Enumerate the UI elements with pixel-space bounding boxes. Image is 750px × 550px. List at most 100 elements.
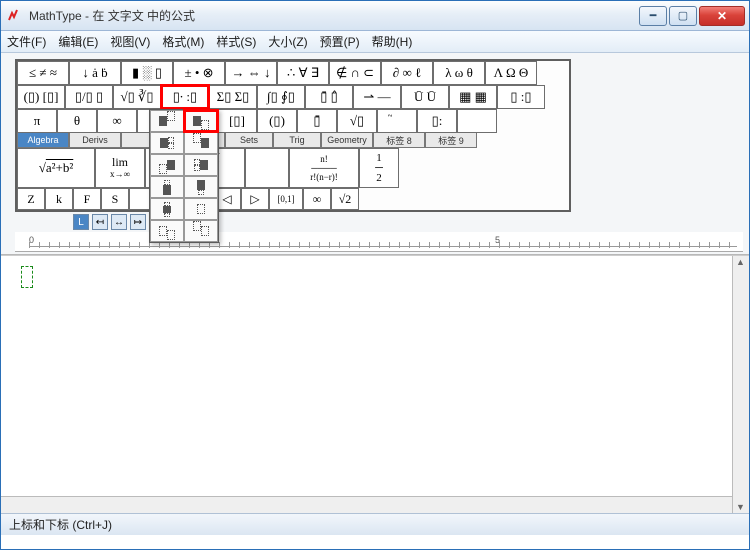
fly-sub[interactable] bbox=[184, 110, 218, 132]
maximize-button[interactable]: ▢ bbox=[669, 6, 697, 26]
sc-root2[interactable]: √2 bbox=[331, 188, 359, 210]
fly-overunder[interactable] bbox=[150, 198, 184, 220]
sym-paren[interactable]: ▯̄ bbox=[297, 109, 337, 133]
tab-9[interactable]: 标签 9 bbox=[425, 133, 477, 148]
menu-format[interactable]: 格式(M) bbox=[162, 33, 204, 50]
palette-accents[interactable]: ↓ ȧ ḃ bbox=[69, 61, 121, 85]
sc-interval[interactable]: [0,1] bbox=[269, 188, 303, 210]
tab-algebra[interactable]: Algebra bbox=[17, 133, 69, 148]
fly-over[interactable] bbox=[150, 176, 184, 198]
expr-pythag[interactable]: √a²+b² bbox=[17, 148, 95, 188]
palette-matrices[interactable]: ▦ ▦ bbox=[449, 85, 497, 109]
palette-sub-sup[interactable]: ▯∙ :▯ bbox=[161, 85, 209, 109]
fly-presup[interactable] bbox=[184, 132, 218, 154]
expr-lim[interactable]: limx→∞ bbox=[95, 148, 145, 188]
palette-set[interactable]: ∉ ∩ ⊂ bbox=[329, 61, 381, 85]
palette-spaces[interactable]: ▮ ░ ▯ bbox=[121, 61, 173, 85]
palette-greek-upper[interactable]: Λ Ω Θ bbox=[485, 61, 537, 85]
align-btn-4[interactable]: ↦ bbox=[130, 214, 146, 230]
ruler[interactable]: 0 5 bbox=[15, 232, 743, 252]
subsup-flyout bbox=[149, 109, 219, 243]
palette-fences[interactable]: (▯) [▯] bbox=[17, 85, 65, 109]
insertion-slot[interactable] bbox=[21, 266, 33, 288]
palette-sums[interactable]: Σ▯ Σ▯ bbox=[209, 85, 257, 109]
sc-inf[interactable]: ∞ bbox=[303, 188, 331, 210]
palette-arrows2[interactable]: ⇀ — bbox=[353, 85, 401, 109]
symbol-palette: ≤ ≠ ≈ ↓ ȧ ḃ ▮ ░ ▯ ± • ⊗ → ⇔ ↓ ∴ ∀ ∃ ∉ ∩ … bbox=[15, 59, 571, 212]
menu-style[interactable]: 样式(S) bbox=[216, 33, 256, 50]
ruler-ticks bbox=[29, 242, 737, 248]
expr-half[interactable]: 1─2 bbox=[359, 148, 399, 188]
fly-11[interactable] bbox=[150, 220, 184, 242]
expr-blank[interactable] bbox=[245, 148, 289, 188]
menu-bar: 文件(F) 编辑(E) 视图(V) 格式(M) 样式(S) 大小(Z) 预置(P… bbox=[1, 31, 749, 53]
sc-rtri[interactable]: ▷ bbox=[241, 188, 269, 210]
sym-root[interactable]: ▯֮ bbox=[377, 109, 417, 133]
palette-operators[interactable]: ± • ⊗ bbox=[173, 61, 225, 85]
status-bar: 上标和下标 (Ctrl+J) bbox=[1, 513, 749, 535]
tab-geometry[interactable]: Geometry bbox=[321, 133, 373, 148]
tab-8[interactable]: 标签 8 bbox=[373, 133, 425, 148]
sc-z[interactable]: Z bbox=[17, 188, 45, 210]
align-btn-2[interactable]: ↤ bbox=[92, 214, 108, 230]
fly-sup[interactable] bbox=[150, 110, 184, 132]
ruler-mark-5: 5 bbox=[495, 235, 500, 245]
menu-help[interactable]: 帮助(H) bbox=[372, 33, 413, 50]
app-logo bbox=[7, 8, 23, 24]
palette-relations[interactable]: ≤ ≠ ≈ bbox=[17, 61, 69, 85]
horizontal-scrollbar[interactable] bbox=[1, 496, 732, 513]
palette-boxes[interactable]: ▯ :▯ bbox=[497, 85, 545, 109]
palette-radicals[interactable]: √▯ ∛▯ bbox=[113, 85, 161, 109]
palette-fractions[interactable]: ▯/▯ ▯ bbox=[65, 85, 113, 109]
expression-row: √a²+b² limx→∞ −b ± √b²−4ac─────2a n!────… bbox=[17, 148, 569, 188]
window-title: MathType - 在 文字文 中的公式 bbox=[29, 7, 637, 24]
tab-trig[interactable]: Trig bbox=[273, 133, 321, 148]
menu-size[interactable]: 大小(Z) bbox=[268, 33, 307, 50]
fly-supsub[interactable] bbox=[150, 132, 184, 154]
expr-binom[interactable]: n!────r!(n−r)! bbox=[289, 148, 359, 188]
menu-edit[interactable]: 编辑(E) bbox=[58, 33, 98, 50]
sym-theta[interactable]: θ bbox=[57, 109, 97, 133]
align-btn-3[interactable]: ↔ bbox=[111, 214, 127, 230]
sym-bar[interactable]: √▯ bbox=[337, 109, 377, 133]
sym-brack[interactable]: (▯) bbox=[257, 109, 297, 133]
palette-greek-lower[interactable]: λ ω θ bbox=[433, 61, 485, 85]
small-symbol-row: Z k F S ⊗ ⊕ ◁ ▷ [0,1] ∞ √2 bbox=[17, 188, 569, 210]
status-text: 上标和下标 (Ctrl+J) bbox=[9, 516, 112, 533]
palette-underlines[interactable]: Ū Ū bbox=[401, 85, 449, 109]
sym-infty[interactable]: ∞ bbox=[97, 109, 137, 133]
fly-presub[interactable] bbox=[150, 154, 184, 176]
palette-arrows[interactable]: → ⇔ ↓ bbox=[225, 61, 277, 85]
sym-pi[interactable]: π bbox=[17, 109, 57, 133]
vertical-scrollbar[interactable] bbox=[732, 256, 749, 513]
palette-overbars[interactable]: ▯̄ ▯̂ bbox=[305, 85, 353, 109]
fly-presupsub[interactable] bbox=[184, 154, 218, 176]
fly-12[interactable] bbox=[184, 220, 218, 242]
tab-sets[interactable]: Sets bbox=[225, 133, 273, 148]
menu-file[interactable]: 文件(F) bbox=[7, 33, 46, 50]
close-button[interactable]: ✕ bbox=[699, 6, 745, 26]
sym-pm[interactable]: [▯] bbox=[217, 109, 257, 133]
sc-f[interactable]: F bbox=[73, 188, 101, 210]
palette-integrals[interactable]: ∫▯ ∮▯ bbox=[257, 85, 305, 109]
ruler-mark-0: 0 bbox=[29, 235, 34, 245]
sc-s[interactable]: S bbox=[101, 188, 129, 210]
fly-limit[interactable] bbox=[184, 198, 218, 220]
palette-row-3: π θ ∞ ∈ ± [▯] (▯) ▯̄ √▯ ▯֮ ▯: bbox=[17, 109, 569, 133]
toolbar-area: ≤ ≠ ≈ ↓ ȧ ḃ ▮ ░ ▯ ± • ⊗ → ⇔ ↓ ∴ ∀ ∃ ∉ ∩ … bbox=[1, 53, 749, 255]
window-controls: ━ ▢ ✕ bbox=[637, 6, 745, 26]
sc-k[interactable]: k bbox=[45, 188, 73, 210]
tab-derivs[interactable]: Derivs bbox=[69, 133, 121, 148]
sym-sup2[interactable] bbox=[457, 109, 497, 133]
palette-row-2: (▯) [▯] ▯/▯ ▯ √▯ ∛▯ ▯∙ :▯ Σ▯ Σ▯ ∫▯ ∮▯ ▯̄… bbox=[17, 85, 569, 109]
minimize-button[interactable]: ━ bbox=[639, 6, 667, 26]
palette-misc[interactable]: ∂ ∞ ℓ bbox=[381, 61, 433, 85]
align-btn-1[interactable]: L bbox=[73, 214, 89, 230]
menu-preset[interactable]: 预置(P) bbox=[320, 33, 360, 50]
equation-canvas[interactable] bbox=[1, 255, 749, 513]
fly-under[interactable] bbox=[184, 176, 218, 198]
menu-view[interactable]: 视图(V) bbox=[110, 33, 150, 50]
sym-dot2[interactable]: ▯: bbox=[417, 109, 457, 133]
palette-row-1: ≤ ≠ ≈ ↓ ȧ ḃ ▮ ░ ▯ ± • ⊗ → ⇔ ↓ ∴ ∀ ∃ ∉ ∩ … bbox=[17, 61, 569, 85]
palette-logic[interactable]: ∴ ∀ ∃ bbox=[277, 61, 329, 85]
